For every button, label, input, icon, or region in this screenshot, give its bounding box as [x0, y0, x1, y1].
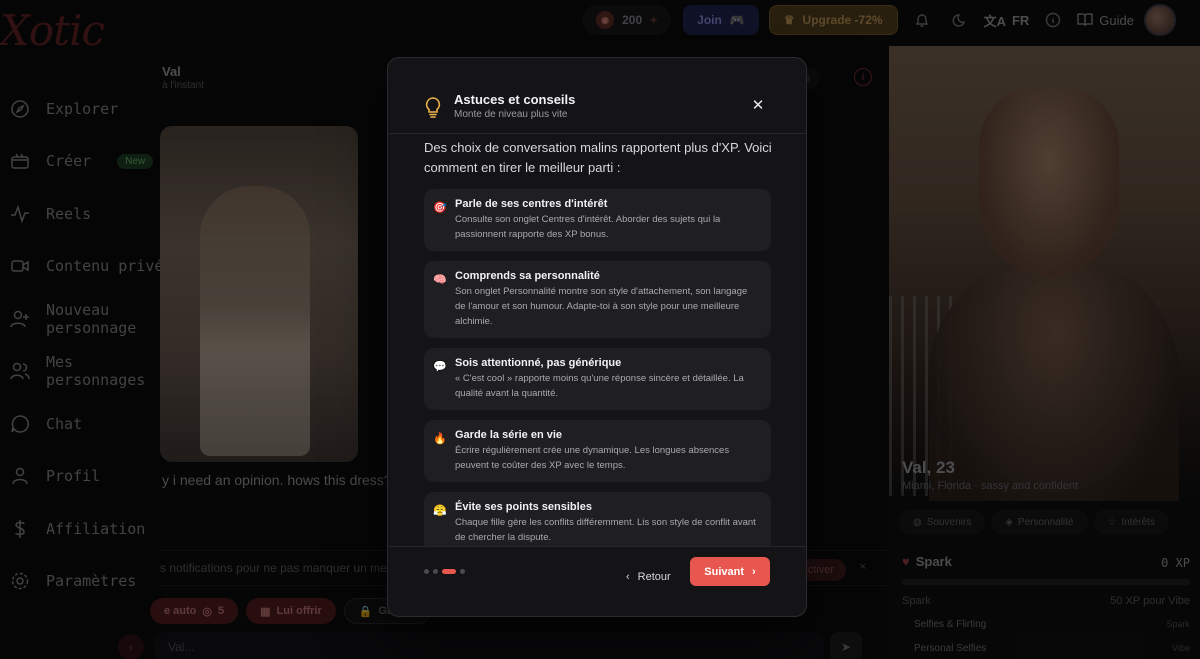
tip-card: 💬 Sois attentionné, pas générique « C'es…	[424, 348, 771, 410]
tip-text: Écrire régulièrement crée une dynamique.…	[455, 445, 730, 471]
modal-subtitle: Monte de niveau plus vite	[454, 109, 568, 120]
modal-footer: ‹ Retour Suivant ›	[388, 546, 806, 616]
tip-card: 😤 Évite ses points sensibles Chaque fill…	[424, 492, 771, 547]
tip-text: Son onglet Personnalité montre son style…	[455, 286, 748, 327]
tip-title: Comprends sa personnalité	[455, 270, 600, 282]
back-button[interactable]: ‹ Retour	[626, 563, 671, 591]
back-label: Retour	[637, 571, 671, 583]
tip-title: Garde la série en vie	[455, 429, 563, 441]
tip-text: Chaque fille gère les conflits différemm…	[455, 517, 756, 543]
tips-list[interactable]: 🎯 Parle de ses centres d'intérêt Consult…	[424, 189, 771, 547]
brain-icon: 🧠	[433, 274, 447, 286]
close-icon[interactable]: ✕	[750, 98, 766, 114]
tip-text: « C'est cool » rapporte moins qu'une rép…	[455, 373, 744, 399]
tip-title: Sois attentionné, pas générique	[455, 357, 622, 369]
tip-card: 🎯 Parle de ses centres d'intérêt Consult…	[424, 189, 771, 251]
tip-card: 🧠 Comprends sa personnalité Son onglet P…	[424, 261, 771, 338]
step-dot-active[interactable]	[442, 569, 456, 574]
next-label: Suivant	[704, 565, 745, 578]
next-button[interactable]: Suivant ›	[690, 557, 770, 586]
tip-title: Parle de ses centres d'intérêt	[455, 198, 608, 210]
modal-title: Astuces et conseils	[454, 92, 576, 107]
tip-text: Consulte son onglet Centres d'intérêt. A…	[455, 214, 721, 240]
tip-title: Évite ses points sensibles	[455, 501, 592, 513]
modal-intro: Des choix de conversation malins rapport…	[424, 140, 772, 175]
tip-card: 🔥 Garde la série en vie Écrire régulière…	[424, 420, 771, 482]
fire-icon: 🔥	[433, 433, 447, 445]
step-dot[interactable]	[424, 569, 429, 574]
tips-modal: Astuces et conseils Monte de niveau plus…	[387, 57, 807, 617]
lightbulb-icon	[424, 96, 442, 118]
step-dot[interactable]	[460, 569, 465, 574]
app-root: Xotic Explorer Créer New Reels Contenu p…	[0, 0, 1200, 659]
target-icon: 🎯	[433, 202, 447, 214]
chevron-right-icon: ›	[752, 565, 756, 578]
modal-header: Astuces et conseils Monte de niveau plus…	[388, 58, 806, 134]
step-dot[interactable]	[433, 569, 438, 574]
chevron-left-icon: ‹	[626, 571, 630, 583]
step-indicator	[424, 569, 465, 574]
angry-face-icon: 😤	[433, 505, 447, 517]
speech-bubble-icon: 💬	[433, 361, 447, 373]
